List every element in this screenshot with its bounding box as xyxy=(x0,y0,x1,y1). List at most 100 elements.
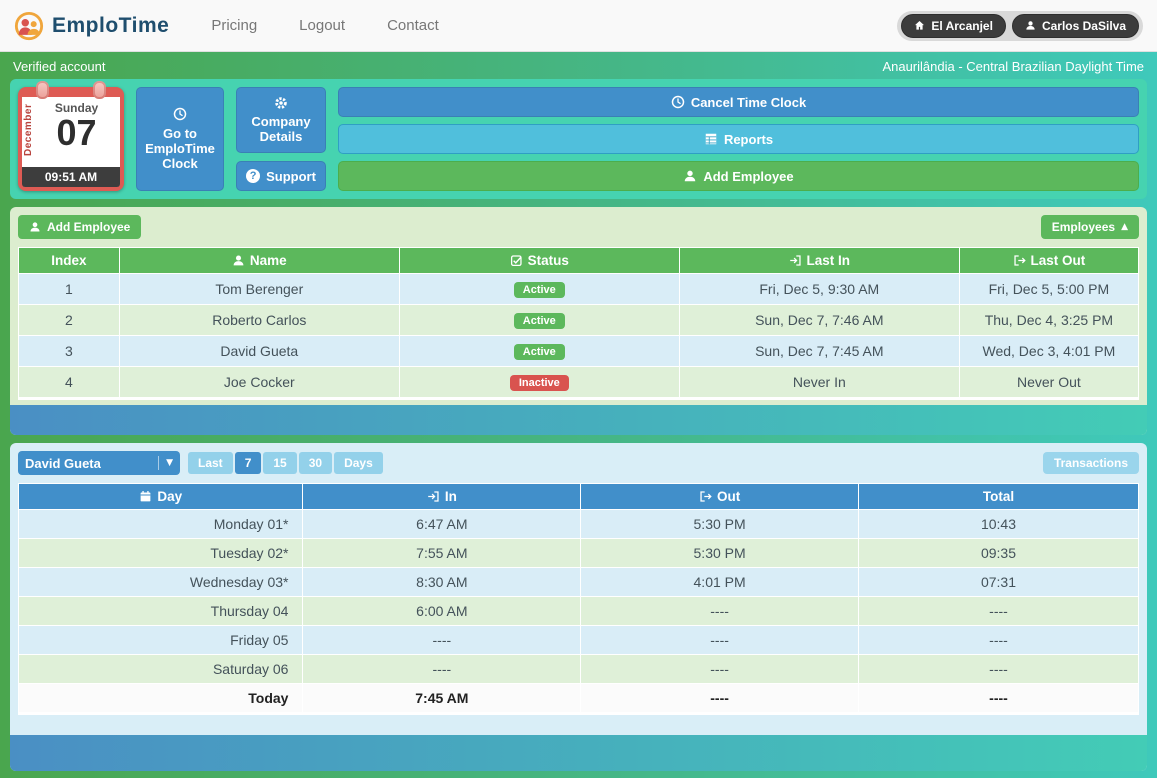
employees-controls: Add Employee Employees ▲ xyxy=(18,215,1139,239)
status-cell: Active xyxy=(399,274,679,305)
clock-icon xyxy=(671,95,685,109)
nav-pricing[interactable]: Pricing xyxy=(211,17,257,34)
column-header-name: Name xyxy=(119,248,399,274)
support-button[interactable]: ? Support xyxy=(236,161,326,191)
user-icon xyxy=(232,254,245,267)
status-badge: Active xyxy=(514,282,565,298)
calendar-month: December xyxy=(22,99,35,161)
employee-row[interactable]: 2 Roberto Carlos Active Sun, Dec 7, 7:46… xyxy=(19,305,1139,336)
last-out-cell: Wed, Dec 3, 4:01 PM xyxy=(959,336,1138,367)
sign-out-icon xyxy=(1013,254,1026,267)
column-header-out: Out xyxy=(581,484,859,510)
cancel-time-clock-label: Cancel Time Clock xyxy=(691,95,806,110)
last-in-cell: Never In xyxy=(679,367,959,399)
name-cell: Roberto Carlos xyxy=(119,305,399,336)
caret-down-icon: ▼ xyxy=(158,456,173,470)
add-employee-wide-button[interactable]: Add Employee xyxy=(338,161,1139,191)
reports-button[interactable]: Reports xyxy=(338,124,1139,154)
employee-select[interactable]: David Gueta ▼ xyxy=(18,451,180,475)
user-account-button[interactable]: Carlos DaSilva xyxy=(1012,14,1139,38)
column-header-status: Status xyxy=(399,248,679,274)
total-cell: 10:43 xyxy=(858,510,1138,539)
transaction-row-today: Today 7:45 AM ---- ---- xyxy=(19,684,1139,714)
calendar-icon xyxy=(139,490,152,503)
company-details-button[interactable]: Company Details xyxy=(236,87,326,153)
range-30-button[interactable]: 30 xyxy=(299,452,332,474)
nav-logout[interactable]: Logout xyxy=(299,17,345,34)
status-cell: Active xyxy=(399,305,679,336)
total-cell: ---- xyxy=(858,626,1138,655)
in-cell: ---- xyxy=(303,655,581,684)
out-cell: 5:30 PM xyxy=(581,510,859,539)
employee-row[interactable]: 1 Tom Berenger Active Fri, Dec 5, 9:30 A… xyxy=(19,274,1139,305)
transaction-row: Monday 01* 6:47 AM 5:30 PM 10:43 xyxy=(19,510,1139,539)
in-cell: 6:47 AM xyxy=(303,510,581,539)
name-cell: David Gueta xyxy=(119,336,399,367)
total-cell: 09:35 xyxy=(858,539,1138,568)
status-bar: Verified account Anaurilândia - Central … xyxy=(10,56,1147,76)
sign-out-icon xyxy=(699,490,712,503)
location-timezone-label: Anaurilândia - Central Brazilian Dayligh… xyxy=(882,59,1144,74)
out-cell: ---- xyxy=(581,597,859,626)
employees-header-row: Index Name Status Last In Last Out xyxy=(19,248,1139,274)
range-days-label[interactable]: Days xyxy=(334,452,383,474)
sign-in-icon xyxy=(789,254,802,267)
clock-actions-panel: December Sunday 07 09:51 AM Go to EmploT… xyxy=(10,79,1147,199)
employee-select-value: David Gueta xyxy=(25,456,101,471)
total-cell: ---- xyxy=(858,684,1138,714)
out-cell: 5:30 PM xyxy=(581,539,859,568)
employees-table: Index Name Status Last In Last Out 1 Tom… xyxy=(18,247,1139,400)
day-cell: Friday 05 xyxy=(19,626,303,655)
user-icon xyxy=(1025,20,1036,31)
user-icon xyxy=(683,169,697,183)
transactions-controls: David Gueta ▼ Last 7 15 30 Days Transact… xyxy=(18,451,1139,475)
app-title: EmploTime xyxy=(52,14,169,38)
add-employee-button[interactable]: Add Employee xyxy=(18,215,141,239)
transactions-toggle-button[interactable]: Transactions xyxy=(1043,452,1139,474)
index-cell: 3 xyxy=(19,336,120,367)
transaction-row: Tuesday 02* 7:55 AM 5:30 PM 09:35 xyxy=(19,539,1139,568)
range-7-button[interactable]: 7 xyxy=(235,452,262,474)
support-label: Support xyxy=(266,169,316,184)
calendar-widget: December Sunday 07 09:51 AM xyxy=(18,87,124,191)
day-cell: Saturday 06 xyxy=(19,655,303,684)
cancel-time-clock-button[interactable]: Cancel Time Clock xyxy=(338,87,1139,117)
transactions-table: Day In Out Total Monday 01* 6:47 AM 5:30… xyxy=(18,483,1139,715)
out-cell: 4:01 PM xyxy=(581,568,859,597)
transaction-row: Wednesday 03* 8:30 AM 4:01 PM 07:31 xyxy=(19,568,1139,597)
company-details-label: Company Details xyxy=(243,114,319,144)
last-out-cell: Never Out xyxy=(959,367,1138,399)
employee-row[interactable]: 4 Joe Cocker Inactive Never In Never Out xyxy=(19,367,1139,399)
go-to-clock-label: Go to EmploTime Clock xyxy=(143,126,217,171)
index-cell: 2 xyxy=(19,305,120,336)
clock-icon xyxy=(173,107,187,121)
transaction-row: Friday 05 ---- ---- ---- xyxy=(19,626,1139,655)
employees-collapse-label: Employees xyxy=(1052,220,1115,234)
in-cell: 8:30 AM xyxy=(303,568,581,597)
range-filter-group: Last 7 15 30 Days xyxy=(188,452,383,474)
column-header-last-in: Last In xyxy=(679,248,959,274)
out-cell: ---- xyxy=(581,684,859,714)
report-table-icon xyxy=(704,132,718,146)
user-account-label: Carlos DaSilva xyxy=(1042,19,1126,33)
column-header-total: Total xyxy=(858,484,1138,510)
go-to-clock-button[interactable]: Go to EmploTime Clock xyxy=(136,87,224,191)
nav-contact[interactable]: Contact xyxy=(387,17,439,34)
status-cell: Active xyxy=(399,336,679,367)
column-header-day: Day xyxy=(19,484,303,510)
out-cell: ---- xyxy=(581,626,859,655)
people-circle-icon xyxy=(14,11,44,41)
range-15-button[interactable]: 15 xyxy=(263,452,296,474)
out-cell: ---- xyxy=(581,655,859,684)
top-navbar: EmploTime Pricing Logout Contact El Arca… xyxy=(0,0,1157,52)
name-cell: Tom Berenger xyxy=(119,274,399,305)
in-cell: 7:45 AM xyxy=(303,684,581,714)
app-logo[interactable]: EmploTime xyxy=(14,11,169,41)
employee-row[interactable]: 3 David Gueta Active Sun, Dec 7, 7:45 AM… xyxy=(19,336,1139,367)
column-header-last-out: Last Out xyxy=(959,248,1138,274)
status-cell: Inactive xyxy=(399,367,679,399)
employees-collapse-button[interactable]: Employees ▲ xyxy=(1041,215,1139,239)
range-last-label[interactable]: Last xyxy=(188,452,233,474)
company-account-button[interactable]: El Arcanjel xyxy=(901,14,1006,38)
company-account-label: El Arcanjel xyxy=(931,19,993,33)
